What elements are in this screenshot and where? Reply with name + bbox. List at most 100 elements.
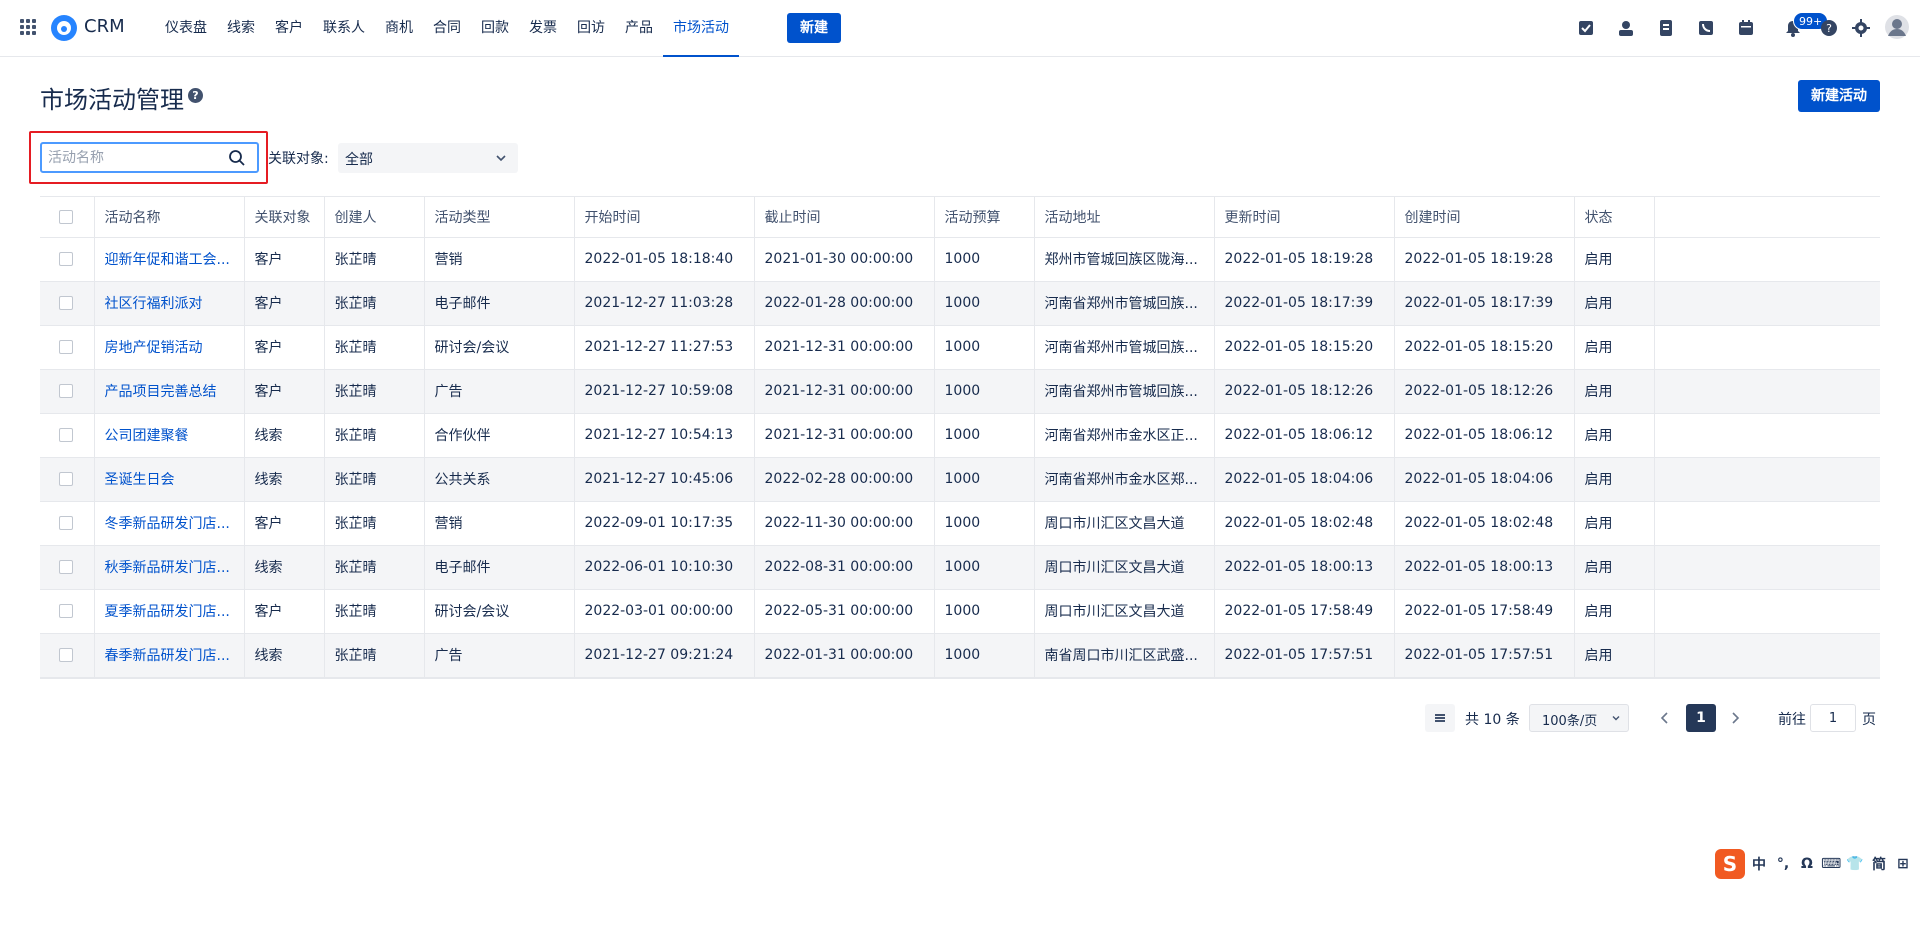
table-cell-filler [1654, 589, 1880, 634]
calendar-icon[interactable] [1735, 17, 1757, 39]
row-checkbox[interactable] [59, 428, 73, 442]
select-all-checkbox[interactable] [59, 209, 73, 224]
nav-item[interactable]: 仪表盘 [155, 0, 217, 57]
nav-item[interactable]: 联系人 [313, 0, 375, 57]
table-row[interactable]: 春季新品研发门店... 线索 张芷晴 广告 2021-12-27 09:21:24 202… [40, 633, 1880, 678]
row-checkbox[interactable] [59, 472, 73, 486]
table-row[interactable]: 迎新年促和谐工会... 客户 张芷晴 营销 2022-01-05 18:18:40 202… [40, 237, 1880, 282]
table-row[interactable]: 冬季新品研发门店... 客户 张芷晴 营销 2022-09-01 10:17:35 202… [40, 501, 1880, 546]
ime-item[interactable]: Ω [1797, 856, 1817, 872]
search-icon[interactable] [228, 149, 246, 167]
table-cell: 河南省郑州市管城回族... [1034, 369, 1215, 414]
ime-item[interactable]: 👕 [1845, 856, 1865, 872]
row-checkbox[interactable] [59, 604, 73, 618]
row-checkbox[interactable] [59, 252, 73, 266]
table-cell: 河南省郑州市金水区正... [1034, 413, 1215, 458]
row-select-cell [40, 237, 95, 282]
page-number-button[interactable]: 1 [1686, 704, 1716, 732]
list-view-icon[interactable] [1425, 704, 1455, 732]
activity-name-link[interactable]: 冬季新品研发门店... [105, 516, 230, 532]
table-row[interactable]: 夏季新品研发门店... 客户 张芷晴 研讨会/会议 2022-03-01 00:00:0… [40, 589, 1880, 634]
column-header[interactable]: 活动地址 [1034, 197, 1215, 238]
table-row[interactable]: 圣诞生日会 线索 张芷晴 公共关系 2021-12-27 10:45:06 2022-02… [40, 457, 1880, 502]
relation-filter-select[interactable]: 全部 [338, 143, 518, 173]
column-header[interactable]: 更新时间 [1214, 197, 1395, 238]
column-header[interactable]: 关联对象 [244, 197, 325, 238]
search-box[interactable] [40, 142, 259, 173]
ime-item[interactable]: 中 [1749, 854, 1769, 874]
table-row[interactable]: 房地产促销活动 客户 张芷晴 研讨会/会议 2021-12-27 11:27:53 202… [40, 325, 1880, 370]
table-row[interactable]: 秋季新品研发门店... 线索 张芷晴 电子邮件 2022-06-01 10:10:30 2… [40, 545, 1880, 590]
prev-page-icon[interactable] [1655, 708, 1675, 728]
nav-item[interactable]: 产品 [615, 0, 663, 57]
page-size-select[interactable]: 100条/页 [1529, 704, 1629, 732]
page-title: 市场活动管理 [40, 86, 184, 114]
checklist-icon[interactable] [1575, 17, 1597, 39]
column-header[interactable]: 截止时间 [754, 197, 935, 238]
table-cell: 研讨会/会议 [424, 589, 575, 634]
nav-item[interactable]: 市场活动 [663, 0, 739, 57]
gear-icon[interactable] [1850, 17, 1872, 39]
activity-name-link[interactable]: 房地产促销活动 [105, 340, 203, 356]
table-row[interactable]: 产品项目完善总结 客户 张芷晴 广告 2021-12-27 10:59:08 2021-1… [40, 369, 1880, 414]
app-grid-icon[interactable] [20, 19, 36, 35]
ime-item[interactable]: °, [1773, 856, 1793, 872]
ime-item[interactable]: ⊞ [1893, 856, 1913, 872]
table-cell: 2022-08-31 00:00:00 [754, 545, 935, 590]
quick-create-button[interactable]: 新建 [787, 13, 841, 43]
column-header[interactable]: 创建人 [324, 197, 425, 238]
column-header[interactable]: 活动名称 [94, 197, 245, 238]
table-cell: 启用 [1574, 589, 1655, 634]
activity-name-link[interactable]: 迎新年促和谐工会... [105, 252, 230, 268]
avatar-icon[interactable] [1884, 14, 1910, 40]
row-checkbox[interactable] [59, 384, 73, 398]
row-select-cell [40, 325, 95, 370]
row-checkbox[interactable] [59, 560, 73, 574]
nav-item[interactable]: 商机 [375, 0, 423, 57]
create-activity-button[interactable]: 新建活动 [1798, 80, 1880, 112]
table-cell: 1000 [934, 369, 1035, 414]
search-input[interactable] [48, 148, 218, 168]
activity-name-link[interactable]: 春季新品研发门店... [105, 648, 230, 664]
nav-item[interactable]: 线索 [217, 0, 265, 57]
title-help-icon[interactable]: ? [188, 88, 203, 103]
activity-name-link[interactable]: 产品项目完善总结 [105, 384, 217, 400]
user-icon[interactable] [1615, 17, 1637, 39]
nav-item[interactable]: 发票 [519, 0, 567, 57]
column-header[interactable]: 状态 [1574, 197, 1655, 238]
activity-name-link[interactable]: 夏季新品研发门店... [105, 604, 230, 620]
table-cell-filler [1654, 633, 1880, 678]
table-row[interactable]: 公司团建聚餐 线索 张芷晴 合作伙伴 2021-12-27 10:54:13 2021-1… [40, 413, 1880, 458]
nav-item[interactable]: 合同 [423, 0, 471, 57]
ime-item[interactable]: ⌨ [1821, 856, 1841, 872]
row-checkbox[interactable] [59, 648, 73, 662]
row-checkbox[interactable] [59, 296, 73, 310]
table-cell: 电子邮件 [424, 545, 575, 590]
column-header[interactable]: 活动类型 [424, 197, 575, 238]
phone-icon[interactable] [1695, 17, 1717, 39]
ime-logo-icon[interactable]: S [1715, 849, 1745, 879]
document-icon[interactable] [1655, 17, 1677, 39]
activity-name-link[interactable]: 公司团建聚餐 [105, 428, 189, 444]
activity-name-link[interactable]: 社区行福利派对 [105, 296, 203, 312]
next-page-icon[interactable] [1725, 708, 1745, 728]
goto-page-input[interactable] [1810, 704, 1856, 732]
nav-item[interactable]: 客户 [265, 0, 313, 57]
table-cell: 2022-01-05 18:00:13 [1394, 545, 1575, 590]
nav-item[interactable]: 回款 [471, 0, 519, 57]
help-icon[interactable]: ? [1818, 17, 1840, 39]
table-row[interactable]: 社区行福利派对 客户 张芷晴 电子邮件 2021-12-27 11:03:28 2022-… [40, 281, 1880, 326]
row-checkbox[interactable] [59, 340, 73, 354]
activity-name-link[interactable]: 圣诞生日会 [105, 472, 175, 488]
table-cell: 启用 [1574, 633, 1655, 678]
activity-name-link[interactable]: 秋季新品研发门店... [105, 560, 230, 576]
table-cell: 南省周口市川汇区武盛... [1034, 633, 1215, 678]
column-header[interactable]: 活动预算 [934, 197, 1035, 238]
column-header[interactable]: 创建时间 [1394, 197, 1575, 238]
row-select-cell [40, 589, 95, 634]
row-checkbox[interactable] [59, 516, 73, 530]
column-header[interactable]: 开始时间 [574, 197, 755, 238]
nav-item[interactable]: 回访 [567, 0, 615, 57]
table-cell: 2022-01-05 18:12:26 [1214, 369, 1395, 414]
ime-item[interactable]: 简 [1869, 854, 1889, 874]
